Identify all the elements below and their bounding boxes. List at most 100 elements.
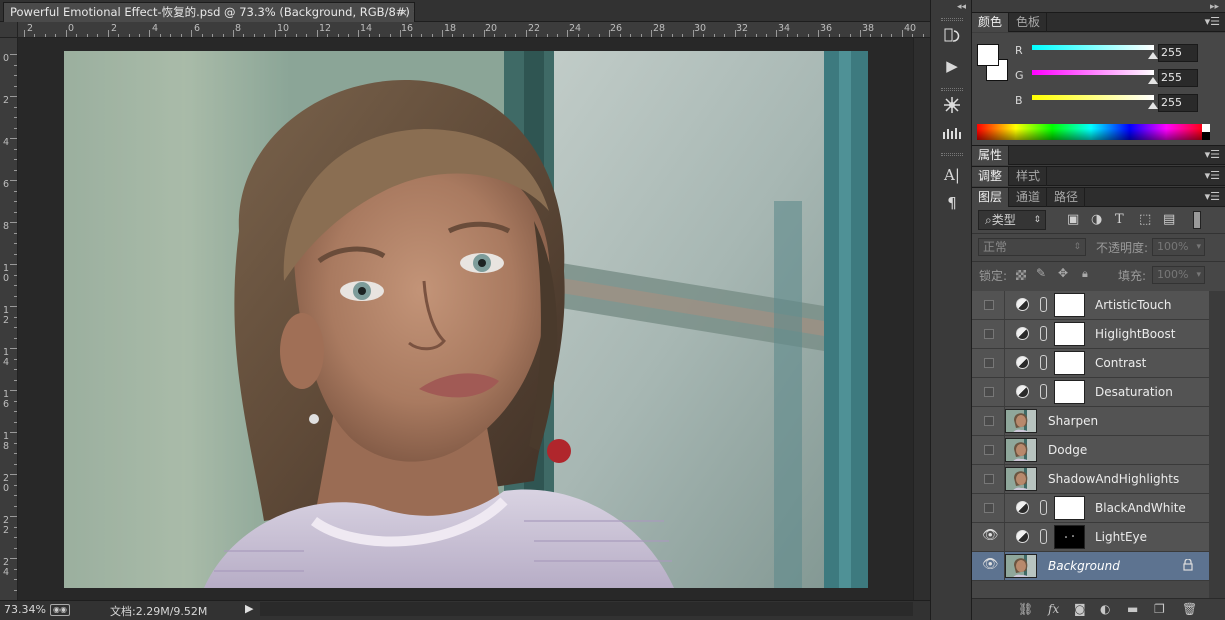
layer-row[interactable]: 👁︎ Background: [972, 552, 1209, 581]
layer-row[interactable]: ShadowAndHighlights: [972, 465, 1209, 494]
pixel-filter-icon[interactable]: ▣: [1067, 212, 1079, 227]
visibility-toggle[interactable]: [984, 474, 994, 484]
collapse-arrows-icon[interactable]: ◂◂: [957, 2, 966, 12]
fill-input[interactable]: 100% ▾: [1152, 266, 1205, 284]
chain-link-icon[interactable]: [1040, 384, 1047, 399]
add-mask-icon[interactable]: ◙: [1074, 602, 1086, 616]
panel-menu-icon[interactable]: ▾☰: [1205, 148, 1220, 161]
layer-name[interactable]: Dodge: [1048, 443, 1087, 457]
group-folder-icon[interactable]: ▬: [1127, 602, 1138, 616]
brush-settings-icon[interactable]: [939, 96, 965, 118]
panel-menu-icon[interactable]: ▾☰: [1205, 190, 1220, 203]
history-icon[interactable]: [939, 27, 965, 49]
lock-move-icon[interactable]: ✥: [1058, 266, 1068, 280]
layer-name[interactable]: ArtisticTouch: [1095, 298, 1172, 312]
channel-g-value[interactable]: 255: [1158, 69, 1198, 87]
vertical-ruler[interactable]: 024681012141618202224: [0, 38, 18, 600]
photo-canvas[interactable]: [64, 51, 868, 588]
ruler-origin[interactable]: [0, 22, 18, 38]
layer-name[interactable]: Sharpen: [1048, 414, 1098, 428]
chain-link-icon[interactable]: [1040, 529, 1047, 544]
filter-toggle[interactable]: [1193, 211, 1201, 229]
proof-toggle-icon[interactable]: ◉◉: [50, 604, 70, 616]
lock-all-icon[interactable]: 🔒︎: [1082, 267, 1088, 281]
channel-b-value[interactable]: 255: [1158, 94, 1198, 112]
layer-mask-thumbnail[interactable]: [1054, 380, 1085, 404]
visibility-toggle[interactable]: [984, 300, 994, 310]
layer-mask-thumbnail[interactable]: [1054, 496, 1085, 520]
layer-name[interactable]: ShadowAndHighlights: [1048, 472, 1179, 486]
document-tab[interactable]: Powerful Emotional Effect-恢复的.psd @ 73.3…: [3, 2, 415, 22]
collapse-panels-icon[interactable]: ▸▸: [1210, 2, 1219, 12]
layer-row[interactable]: ArtisticTouch: [972, 291, 1209, 320]
layer-row[interactable]: Contrast: [972, 349, 1209, 378]
tab-adjustments[interactable]: 调整: [972, 167, 1010, 186]
chain-link-icon[interactable]: [1040, 297, 1047, 312]
visibility-toggle[interactable]: [984, 329, 994, 339]
layer-row[interactable]: Desaturation: [972, 378, 1209, 407]
status-menu-arrow-icon[interactable]: ▶: [245, 602, 253, 615]
layer-thumbnail[interactable]: [1005, 554, 1037, 578]
zoom-level[interactable]: 73.34%: [4, 603, 46, 616]
tab-styles[interactable]: 样式: [1010, 167, 1048, 186]
tab-properties[interactable]: 属性: [972, 146, 1010, 165]
shape-filter-icon[interactable]: ⬚: [1139, 212, 1151, 227]
color-spectrum[interactable]: [977, 124, 1210, 140]
chain-link-icon[interactable]: [1040, 326, 1047, 341]
visibility-toggle[interactable]: [984, 445, 994, 455]
drag-grip[interactable]: [941, 88, 963, 91]
new-layer-icon[interactable]: ❐: [1154, 602, 1165, 616]
layer-row[interactable]: 👁︎ LightEye: [972, 523, 1209, 552]
fx-icon[interactable]: fx: [1048, 602, 1059, 616]
adjustment-filter-icon[interactable]: ◑: [1091, 212, 1102, 227]
black-white-swatch[interactable]: [1202, 124, 1210, 140]
layer-row[interactable]: BlackAndWhite: [972, 494, 1209, 523]
paragraph-icon[interactable]: ¶: [939, 192, 965, 214]
blend-mode-select[interactable]: 正常 ⇕: [978, 238, 1086, 256]
panel-menu-icon[interactable]: ▾☰: [1205, 169, 1220, 182]
play-action-icon[interactable]: ▶: [939, 55, 965, 77]
channel-b-thumb[interactable]: [1148, 102, 1158, 109]
channel-b-slider[interactable]: [1032, 95, 1154, 100]
vertical-scrollbar[interactable]: [913, 38, 930, 600]
layer-thumbnail[interactable]: [1005, 467, 1037, 491]
foreground-color-swatch[interactable]: [977, 44, 999, 66]
chain-link-icon[interactable]: [1040, 500, 1047, 515]
adjustment-layer-icon[interactable]: ◐: [1100, 602, 1110, 616]
drag-grip[interactable]: [941, 18, 963, 21]
layer-name[interactable]: Background: [1048, 559, 1120, 573]
tab-channels[interactable]: 通道: [1010, 188, 1048, 207]
layer-filter-select[interactable]: ⌕类型 ⇕: [978, 210, 1046, 230]
layer-row[interactable]: HiglightBoost: [972, 320, 1209, 349]
layer-name[interactable]: BlackAndWhite: [1095, 501, 1186, 515]
layers-scrollbar[interactable]: [1209, 291, 1225, 598]
character-icon[interactable]: A|: [939, 164, 965, 186]
drag-grip[interactable]: [941, 153, 963, 156]
opacity-input[interactable]: 100% ▾: [1152, 238, 1205, 256]
smart-object-filter-icon[interactable]: ▤: [1163, 212, 1175, 227]
layer-name[interactable]: HiglightBoost: [1095, 327, 1175, 341]
trash-icon[interactable]: 🗑︎: [1182, 602, 1197, 616]
channel-r-slider[interactable]: [1032, 45, 1154, 50]
tab-layers[interactable]: 图层: [972, 188, 1010, 207]
channel-r-value[interactable]: 255: [1158, 44, 1198, 62]
layer-name[interactable]: Desaturation: [1095, 385, 1173, 399]
visibility-toggle[interactable]: [984, 387, 994, 397]
lock-transparent-icon[interactable]: [1016, 270, 1026, 280]
visibility-toggle[interactable]: [984, 416, 994, 426]
visibility-toggle[interactable]: [984, 503, 994, 513]
layer-name[interactable]: LightEye: [1095, 530, 1147, 544]
layer-thumbnail[interactable]: [1005, 438, 1037, 462]
horizontal-scrollbar[interactable]: [260, 602, 913, 616]
visibility-toggle[interactable]: [984, 358, 994, 368]
layer-mask-thumbnail[interactable]: [1054, 525, 1085, 549]
layer-name[interactable]: Contrast: [1095, 356, 1146, 370]
chain-link-icon[interactable]: [1040, 355, 1047, 370]
channel-g-slider[interactable]: [1032, 70, 1154, 75]
brush-presets-icon[interactable]: [939, 124, 965, 146]
lock-brush-icon[interactable]: ✎: [1036, 266, 1046, 280]
eye-icon[interactable]: 👁︎: [982, 528, 999, 543]
layer-row[interactable]: Dodge: [972, 436, 1209, 465]
link-layers-icon[interactable]: ⛓: [1018, 602, 1033, 616]
layer-row[interactable]: Sharpen: [972, 407, 1209, 436]
